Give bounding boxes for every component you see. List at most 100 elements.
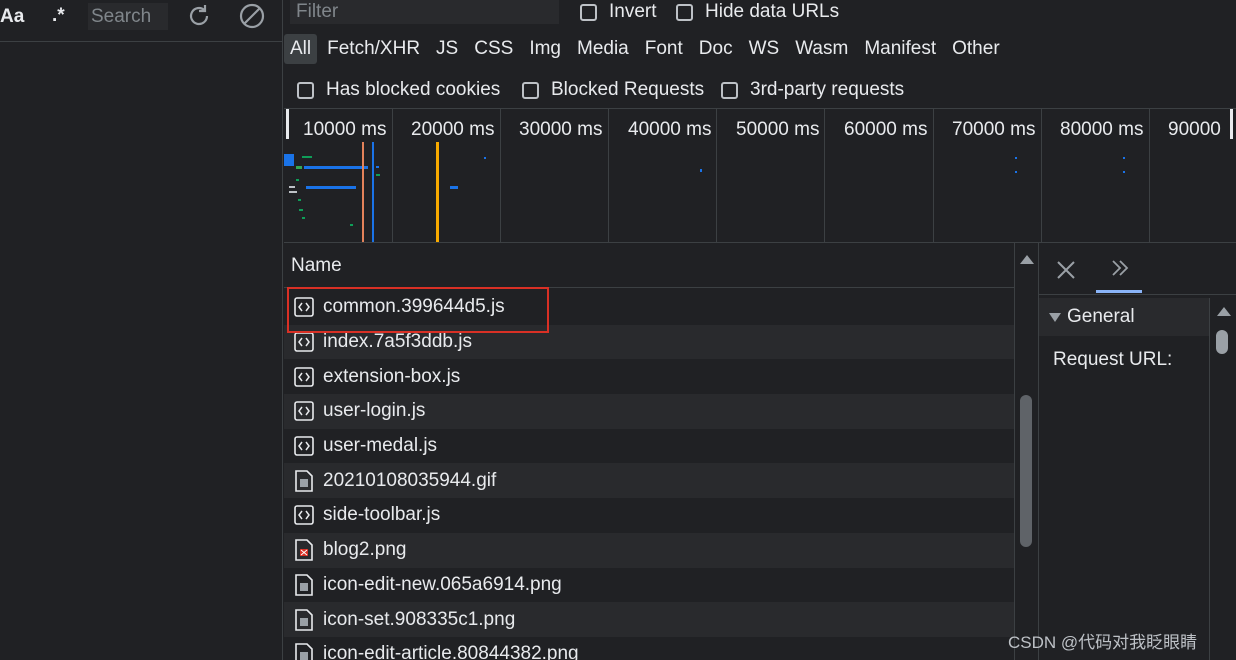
type-filter-img[interactable]: Img	[523, 34, 567, 64]
type-filter-all[interactable]: All	[284, 34, 318, 64]
type-filter-font[interactable]: Font	[639, 34, 689, 64]
request-row[interactable]: user-medal.js	[284, 428, 1014, 464]
type-filter-doc[interactable]: Doc	[693, 34, 739, 64]
invert-checkbox[interactable]: Invert	[580, 1, 657, 23]
watermark: CSDN @代码对我眨眼睛	[1008, 633, 1198, 652]
request-bar	[306, 186, 356, 189]
request-row[interactable]: icon-edit-new.065a6914.png	[284, 567, 1014, 603]
timeline-selection-handle	[1230, 109, 1233, 139]
request-row[interactable]: extension-box.js	[284, 359, 1014, 395]
scrollbar-thumb[interactable]	[1020, 395, 1032, 547]
request-name: icon-edit-article.80844382.png	[323, 643, 579, 660]
request-name: icon-edit-new.065a6914.png	[323, 573, 562, 595]
request-url-label: Request URL:	[1053, 349, 1173, 370]
network-overview[interactable]: 10000 ms 20000 ms 30000 ms 40000 ms 5000…	[284, 109, 1236, 242]
third-party-checkbox[interactable]: 3rd-party requests	[721, 79, 904, 101]
scrollbar-thumb[interactable]	[1216, 330, 1228, 354]
request-bar	[376, 174, 380, 176]
request-bar	[1015, 171, 1017, 173]
request-bar	[302, 217, 305, 219]
type-filter-other[interactable]: Other	[946, 34, 1006, 64]
type-filter-bar: All Fetch/XHR JS CSS Img Media Font Doc …	[284, 30, 1010, 68]
blocked-cookies-label: Has blocked cookies	[326, 79, 501, 100]
request-name: extension-box.js	[323, 365, 461, 387]
request-name: blog2.png	[323, 539, 407, 561]
request-row[interactable]: user-login.js	[284, 394, 1014, 429]
image-file-icon	[295, 608, 313, 631]
search-input[interactable]	[88, 3, 168, 30]
general-section-header[interactable]: General	[1039, 298, 1209, 336]
script-icon	[294, 332, 314, 352]
details-tab-bar	[1039, 243, 1236, 295]
request-list-header[interactable]: Name	[284, 243, 1014, 288]
active-tab-indicator	[1096, 290, 1142, 293]
clear-icon[interactable]	[238, 2, 266, 30]
request-row[interactable]: side-toolbar.js	[284, 498, 1014, 533]
dom-content-loaded-marker	[362, 142, 364, 242]
type-filter-media[interactable]: Media	[571, 34, 635, 64]
type-filter-fetch-xhr[interactable]: Fetch/XHR	[321, 34, 426, 64]
script-icon	[294, 436, 314, 456]
close-icon[interactable]	[1055, 259, 1077, 281]
request-name: user-medal.js	[323, 435, 438, 457]
request-bar	[350, 224, 353, 226]
image-file-icon	[295, 643, 313, 660]
blocked-cookies-checkbox[interactable]: Has blocked cookies	[297, 79, 500, 101]
request-row[interactable]: common.399644d5.js	[284, 290, 1014, 325]
checkbox-box[interactable]	[676, 3, 693, 21]
request-row[interactable]: icon-set.908335c1.png	[284, 602, 1014, 637]
checkbox-box[interactable]	[580, 3, 597, 21]
type-filter-js[interactable]: JS	[430, 34, 464, 64]
checkbox-box[interactable]	[297, 81, 314, 99]
filter-input[interactable]	[290, 0, 559, 24]
type-filter-manifest[interactable]: Manifest	[858, 34, 942, 64]
scroll-up-arrow-icon[interactable]	[1217, 307, 1231, 316]
request-name: index.7a5f3ddb.js	[323, 331, 472, 353]
request-row[interactable]: blog2.png	[284, 532, 1014, 568]
request-bar	[304, 166, 368, 169]
name-column-header[interactable]: Name	[291, 255, 342, 277]
request-bar	[1123, 157, 1125, 159]
type-filter-ws[interactable]: WS	[743, 34, 786, 64]
request-row[interactable]: index.7a5f3ddb.js	[284, 324, 1014, 360]
hide-data-urls-label: Hide data URLs	[705, 1, 840, 22]
request-name: side-toolbar.js	[323, 504, 441, 526]
checkbox-box[interactable]	[522, 81, 539, 99]
request-bar	[450, 186, 458, 189]
triangle-down-icon	[1049, 312, 1061, 322]
script-icon	[294, 505, 314, 526]
request-list-scrollbar[interactable]	[1014, 243, 1037, 660]
request-details-pane: General Request URL:	[1038, 243, 1236, 660]
request-bar	[299, 209, 303, 211]
request-bar	[1123, 171, 1125, 173]
regex-toggle[interactable]: .*	[52, 5, 65, 27]
blocked-requests-label: Blocked Requests	[551, 79, 705, 100]
type-filter-wasm[interactable]: Wasm	[789, 34, 854, 64]
refresh-icon[interactable]	[185, 2, 213, 30]
request-name: 20210108035944.gif	[323, 469, 497, 491]
request-bar	[1015, 157, 1017, 159]
request-bar	[484, 157, 486, 159]
request-row[interactable]: icon-edit-article.80844382.png	[284, 636, 1014, 660]
blocked-requests-checkbox[interactable]: Blocked Requests	[522, 79, 704, 101]
request-name: icon-set.908335c1.png	[323, 608, 516, 630]
hide-data-urls-checkbox[interactable]: Hide data URLs	[676, 1, 839, 23]
type-filter-css[interactable]: CSS	[468, 34, 519, 64]
double-chevron-icon[interactable]	[1109, 257, 1131, 279]
request-bar	[302, 156, 312, 158]
request-bar	[296, 179, 299, 181]
search-toolbar: Aa .*	[0, 0, 283, 42]
image-file-icon	[295, 469, 313, 492]
request-bar	[289, 191, 297, 193]
request-bar	[376, 166, 379, 168]
request-name: common.399644d5.js	[323, 296, 505, 318]
script-icon	[294, 366, 314, 387]
request-row[interactable]: 20210108035944.gif	[284, 463, 1014, 499]
details-scrollbar[interactable]	[1209, 298, 1236, 660]
request-name: user-login.js	[323, 400, 426, 422]
general-section-title: General	[1067, 306, 1135, 327]
match-case-toggle[interactable]: Aa	[0, 6, 24, 28]
scroll-up-arrow-icon[interactable]	[1020, 255, 1034, 264]
checkbox-box[interactable]	[721, 81, 738, 99]
request-bar	[298, 199, 301, 201]
